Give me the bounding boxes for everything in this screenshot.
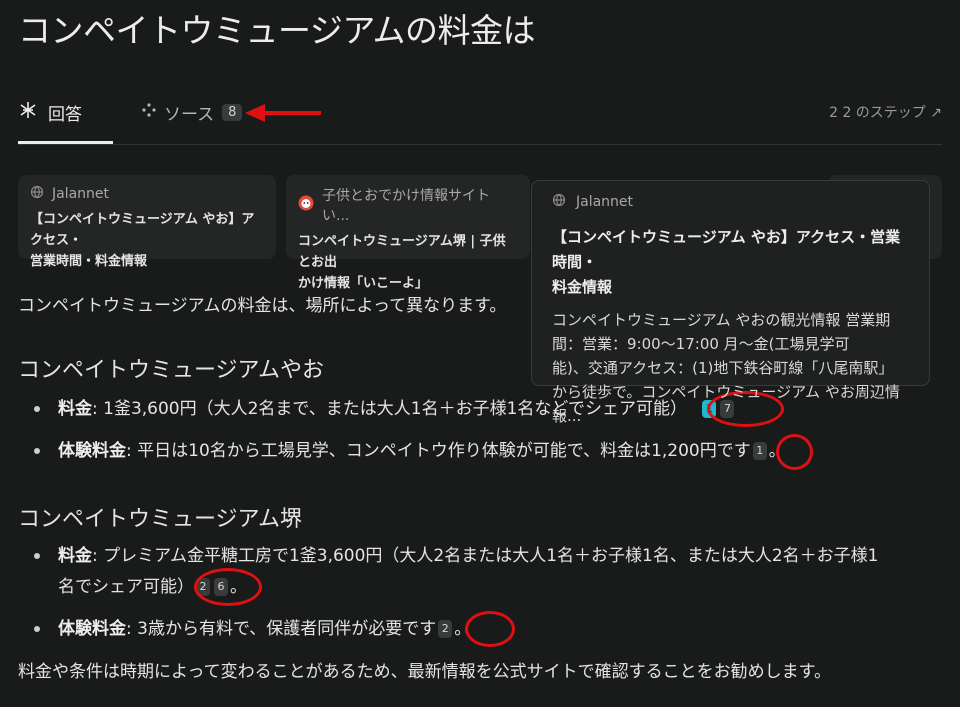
source-card-1[interactable]: Jalannet 【コンペイトウミュージアム やお】アクセス・ 営業時間・料金情…	[18, 175, 276, 269]
popup-title-line2: 料金情報	[552, 278, 613, 296]
source-card-2[interactable]: 子供とおでかけ情報サイト い... コンペイトウミュージアム堺 | 子供とお出 …	[286, 175, 530, 291]
popup-body-line: 間：営業：9:00～17:00 月～金(工場見学可	[552, 335, 850, 353]
answer-intro: コンペイトウミュージアムの料金は、場所によって異なります。	[18, 296, 507, 316]
sources-icon	[142, 102, 156, 122]
list-item: 料金: プレミアム金平糖工房で1釜3,600円（大人2名または大人1名＋お子様1…	[34, 541, 934, 603]
bullet-label: 料金	[58, 546, 92, 566]
sources-count-badge: 8	[222, 103, 243, 121]
tab-sources[interactable]: ソース 8	[142, 92, 243, 132]
bullet-label: 料金	[58, 399, 92, 419]
tab-answer[interactable]: 回答	[18, 92, 82, 132]
red-circle-annotation	[776, 434, 813, 470]
page-title: コンペイトウミュージアムの料金は	[18, 11, 536, 50]
popup-body-line: 能)、交通アクセス：(1)地下鉄谷町線「八尾南駅」	[552, 359, 894, 377]
tab-bar: 回答 ソース 8 2 2 のステップ ↗	[18, 92, 942, 145]
bullet-label: 体験料金	[58, 619, 126, 639]
source-card-1-title-line1: 【コンペイトウミュージアム やお】アクセス・	[30, 212, 255, 248]
tab-sources-label: ソース	[164, 104, 215, 125]
bullet-text: : 3歳から有料で、保護者同伴が必要です	[126, 619, 437, 639]
ikoyo-site-icon	[298, 195, 314, 215]
bullet-label: 体験料金	[58, 441, 126, 461]
citation-badge[interactable]: 2	[438, 620, 453, 638]
section-heading-yao: コンペイトウミュージアムやお	[18, 358, 325, 383]
red-circle-annotation	[194, 568, 262, 606]
steps-link[interactable]: 2 2 のステップ ↗	[829, 92, 942, 132]
answer-outro: 料金や条件は時期によって変わることがあるため、最新情報を公式サイトで確認すること…	[18, 662, 831, 682]
red-circle-annotation	[465, 611, 515, 647]
bullet-text: : プレミアム金平糖工房で1釜3,600円（大人2名または大人1名＋お子様1名、…	[92, 546, 879, 566]
popup-body-line: から徒歩で。コンペイトウミュージアム やお周辺情報...	[552, 383, 900, 425]
popup-title-line1: 【コンペイトウミュージアム やお】アクセス・営業時間・	[552, 228, 901, 271]
source-card-2-source: 子供とおでかけ情報サイト い...	[322, 188, 490, 224]
section-heading-sakai: コンペイトウミュージアム堺	[18, 507, 303, 532]
list-item: 体験料金: 3歳から有料で、保護者同伴が必要です 2。	[34, 614, 471, 645]
source-card-2-title-line1: コンペイトウミュージアム堺 | 子供とお出	[298, 234, 506, 270]
globe-icon	[552, 193, 566, 211]
citation-badge[interactable]: 1	[752, 442, 767, 460]
globe-icon	[30, 185, 44, 203]
active-tab-indicator	[18, 141, 113, 144]
popup-body-line: コンペイトウミュージアム やおの観光情報 営業期	[552, 311, 891, 329]
bullet-text-cont: 名でシェア可能）	[58, 577, 194, 597]
source-card-1-source: Jalannet	[52, 186, 110, 202]
red-arrow-annotation	[245, 104, 321, 122]
source-card-1-title-line2: 営業時間・料金情報	[30, 254, 148, 269]
bullet-text: : 平日は10名から工場見学、コンペイトウ作り体験が可能で、料金は1,200円で…	[126, 441, 751, 461]
popup-source: Jalannet	[576, 194, 634, 210]
list-item: 体験料金: 平日は10名から工場見学、コンペイトウ作り体験が可能で、料金は1,2…	[34, 436, 786, 467]
tab-answer-label: 回答	[48, 104, 82, 125]
answer-icon	[18, 100, 38, 125]
source-preview-popup[interactable]: Jalannet 【コンペイトウミュージアム やお】アクセス・営業時間・ 料金情…	[531, 180, 930, 425]
